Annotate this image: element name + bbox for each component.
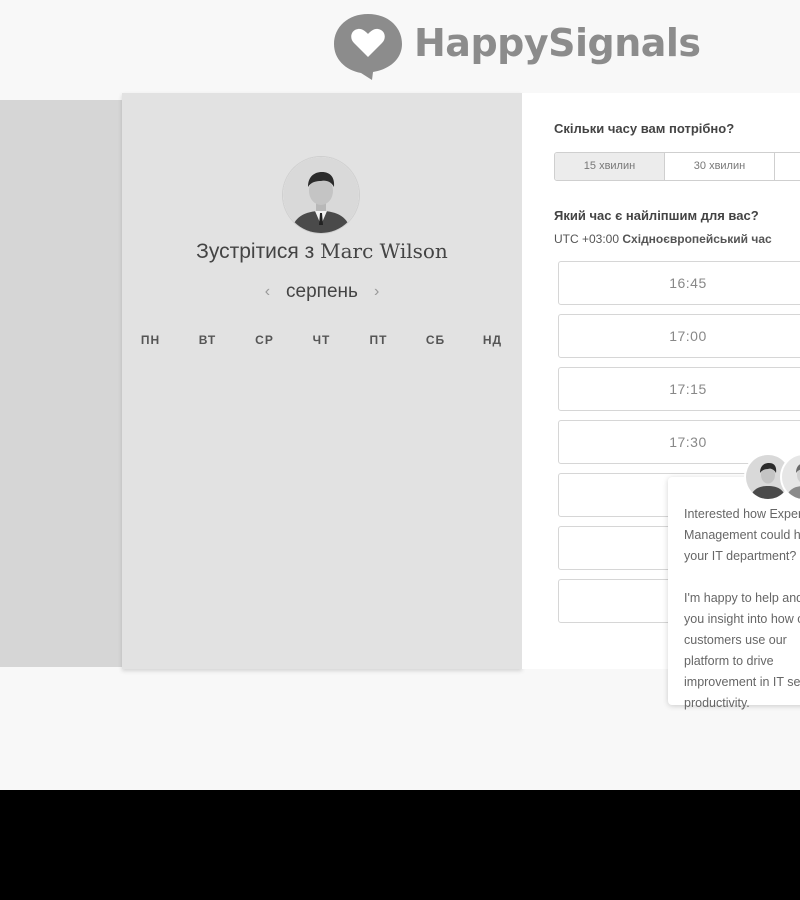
- duration-selector: 15 хвилин 30 хвилин: [554, 152, 800, 181]
- weekday-label: НД: [482, 333, 503, 347]
- bottom-black-area: [0, 790, 800, 900]
- time-question: Який час є найліпшим для вас?: [554, 208, 759, 223]
- time-slot[interactable]: 16:45: [558, 261, 800, 305]
- month-navigation: ‹ серпень ›: [122, 281, 522, 303]
- prev-month-icon[interactable]: ‹: [249, 283, 286, 301]
- time-slot[interactable]: 17:15: [558, 367, 800, 411]
- weekday-label: СБ: [425, 333, 446, 347]
- host-avatar: [283, 157, 359, 233]
- calendar-panel: Зустрітися з Marc Wilson ‹ серпень › ПН …: [122, 93, 522, 669]
- timezone-offset: UTC +03:00: [554, 232, 620, 246]
- booking-page: HappySignals Зустрітися з Marc Wilson ‹ …: [0, 0, 800, 790]
- duration-option-30[interactable]: 30 хвилин: [665, 153, 775, 180]
- next-month-icon[interactable]: ›: [358, 283, 395, 301]
- weekday-label: СР: [255, 333, 274, 347]
- weekday-label: ПТ: [369, 333, 388, 347]
- host-name: Marc Wilson: [320, 239, 448, 263]
- happysignals-logo: HappySignals: [332, 10, 701, 82]
- chat-message: Interested how Experience Management cou…: [684, 507, 800, 710]
- month-label: серпень: [286, 281, 358, 302]
- left-backdrop: [0, 100, 122, 667]
- weekday-label: ВТ: [198, 333, 217, 347]
- logo-wordmark: HappySignals: [414, 21, 701, 65]
- timezone-name[interactable]: Східноєвропейський час: [622, 232, 771, 246]
- duration-question: Скільки часу вам потрібно?: [554, 121, 735, 136]
- weekday-label: ЧТ: [312, 333, 331, 347]
- timezone-label: UTC +03:00 Східноєвропейський час: [554, 232, 772, 246]
- heart-bubble-icon: [332, 11, 404, 81]
- time-slot[interactable]: 17:00: [558, 314, 800, 358]
- weekday-label: ПН: [140, 333, 161, 347]
- meeting-title-prefix: Зустрітися з: [196, 240, 315, 263]
- chat-popup[interactable]: Interested how Experience Management cou…: [668, 477, 800, 710]
- meeting-title: Зустрітися з Marc Wilson: [122, 239, 522, 264]
- duration-option-15[interactable]: 15 хвилин: [555, 153, 665, 180]
- weekday-header: ПН ВТ СР ЧТ ПТ СБ НД: [122, 333, 522, 347]
